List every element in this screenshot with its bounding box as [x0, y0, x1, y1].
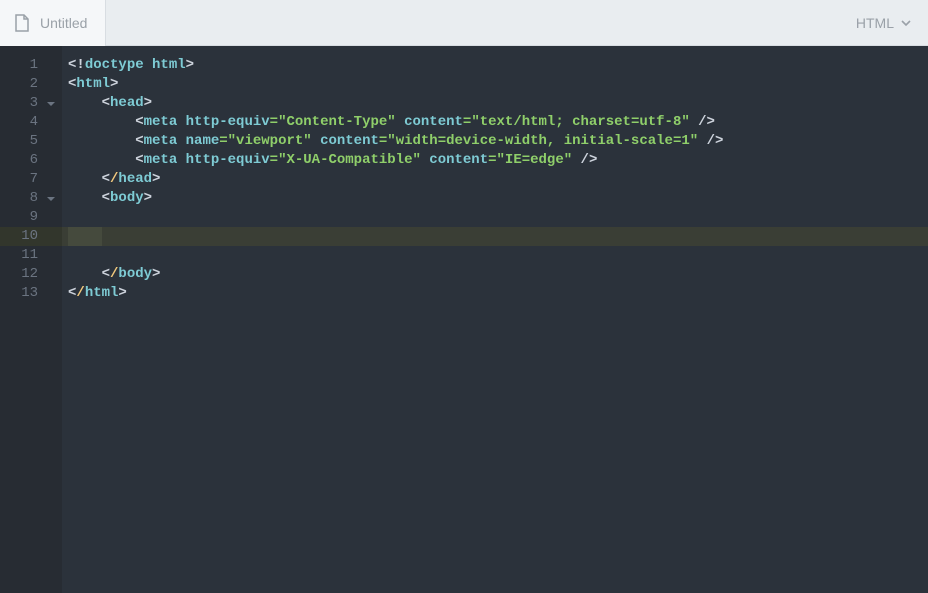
- file-icon: [14, 14, 30, 32]
- line-number: 8: [0, 189, 62, 208]
- line-number: 9: [0, 208, 62, 227]
- app-root: Untitled HTML 12345678910111213 <!doctyp…: [0, 0, 928, 593]
- fold-toggle-icon[interactable]: [46, 194, 56, 204]
- line-number: 3: [0, 94, 62, 113]
- code-line[interactable]: <meta http-equiv="X-UA-Compatible" conte…: [62, 151, 928, 170]
- code-line[interactable]: </body>: [62, 265, 928, 284]
- code-line[interactable]: </html>: [62, 284, 928, 303]
- code-line[interactable]: [62, 208, 928, 227]
- code-line[interactable]: <body>: [62, 189, 928, 208]
- line-number: 5: [0, 132, 62, 151]
- fold-toggle-icon[interactable]: [46, 99, 56, 109]
- tab-bar: Untitled HTML: [0, 0, 928, 46]
- line-number: 1: [0, 56, 62, 75]
- code-line[interactable]: <head>: [62, 94, 928, 113]
- chevron-down-icon: [900, 17, 912, 29]
- file-tab-title: Untitled: [40, 15, 87, 31]
- code-line[interactable]: <meta name="viewport" content="width=dev…: [62, 132, 928, 151]
- code-editor[interactable]: 12345678910111213 <!doctype html> <html>…: [0, 46, 928, 593]
- line-number: 10: [0, 227, 62, 246]
- language-picker[interactable]: HTML: [840, 0, 928, 45]
- code-area[interactable]: <!doctype html> <html> <head> <meta http…: [62, 46, 928, 593]
- language-label: HTML: [856, 15, 894, 31]
- line-number: 6: [0, 151, 62, 170]
- code-line[interactable]: [62, 246, 928, 265]
- code-line-current[interactable]: [62, 227, 928, 246]
- line-number: 4: [0, 113, 62, 132]
- line-number: 2: [0, 75, 62, 94]
- code-line[interactable]: </head>: [62, 170, 928, 189]
- code-line[interactable]: <html>: [62, 75, 928, 94]
- line-number: 13: [0, 284, 62, 303]
- line-number: 12: [0, 265, 62, 284]
- line-number-gutter: 12345678910111213: [0, 46, 62, 593]
- file-tab[interactable]: Untitled: [0, 0, 106, 46]
- code-line[interactable]: <meta http-equiv="Content-Type" content=…: [62, 113, 928, 132]
- line-number: 11: [0, 246, 62, 265]
- code-line[interactable]: <!doctype html>: [62, 56, 928, 75]
- line-number: 7: [0, 170, 62, 189]
